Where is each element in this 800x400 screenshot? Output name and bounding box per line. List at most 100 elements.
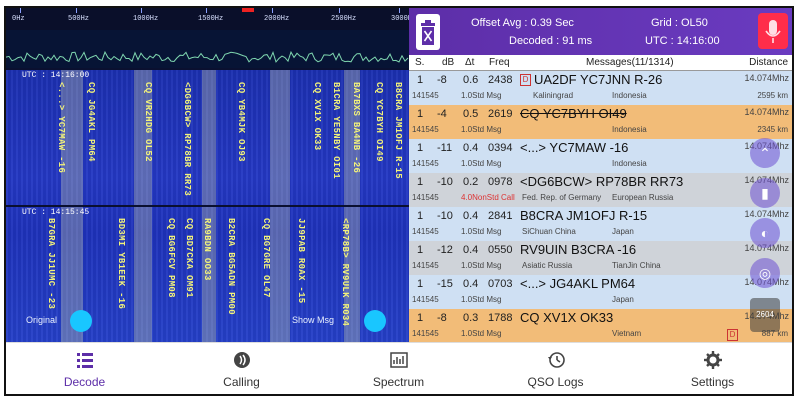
waterfall-decode-label[interactable]: CQ YC7BYH OI49 [374,82,384,162]
waterfall-decode-label[interactable]: RA9BDN OO33 [202,218,212,281]
waterfall-decode-label[interactable]: B7GRA JJ1UMC -23 [46,218,56,309]
globe-icon: ◎ [758,265,772,281]
row-to: European Russia [612,193,674,202]
mic-button[interactable] [758,13,788,49]
floating-action-group: ⌃ ▮ ◐ ◎ 2604 [750,138,780,338]
nav-calling[interactable]: Calling [163,343,320,394]
ruler-tick-label: 500Hz [68,15,90,23]
waterfall-decode-label[interactable]: CQ VR2HDG OL52 [143,82,153,162]
app-frame: 0Hz 500Hz 1000Hz 1500Hz 2000Hz 2500Hz 3000Hz U… [4,6,794,396]
row-db: -12 [437,244,453,256]
row-time: 141545 [412,193,439,202]
ruler-tick-label: 2000Hz [264,15,290,23]
row-db: -10 [437,176,453,188]
waterfall-decode-label[interactable]: CQ BG7GRE OL47 [261,218,271,298]
scroll-up-button[interactable]: ⌃ [750,138,780,168]
waterfall-decode-label[interactable]: CQ YB4MJK OJ93 [236,82,246,162]
row-mode: 1.0Std Msg [461,125,502,134]
show-msg-label: Show Msg [292,315,335,325]
show-msg-toggle-button[interactable] [364,310,386,332]
row-time: 141545 [412,91,439,100]
row-to: Indonesia [612,159,647,168]
row-db: -8 [437,312,447,324]
chart-button[interactable]: ▮ [750,178,780,208]
row-freq: 2438 [488,74,513,86]
message-row[interactable]: 1 -10 0.4 2841 B8CRA JM1OFJ R-15 14.074Mhz 141… [409,207,792,242]
waterfall-decode-label[interactable]: BD3MI YB1EEK -16 [116,218,126,309]
waterfall-decode-label[interactable]: B1CRA YE5NBY OI01 [331,82,341,179]
nav-settings[interactable]: Settings [634,343,791,394]
waterfall-decode-label[interactable]: B2CRA BG5ADN PM00 [226,218,236,315]
message-row[interactable]: 1-80.31788CQ XV1X OK3314.074Mhz1415451.0… [409,309,792,342]
clear-button[interactable] [416,14,440,50]
bottom-navigation: Decode Calling Spectrum QSO Logs Settings [6,342,792,394]
row-db: -11 [437,142,453,154]
ruler-tick-line [20,8,21,13]
chevron-up-icon: ⌃ [759,145,771,161]
ruler-tick-line [141,8,142,13]
original-toggle-button[interactable] [70,310,92,332]
frequency-marker[interactable] [242,8,254,12]
period-separator [6,68,409,70]
trash-icon [421,20,435,45]
nav-spectrum[interactable]: Spectrum [320,343,477,394]
nav-decode[interactable]: Decode [6,343,163,394]
row-db: -10 [437,210,453,222]
ruler-tick-line [399,8,400,13]
row-mode: 1.0Std Msg [461,227,502,236]
message-row[interactable]: 1 -4 0.5 2619 CQ YC7BYH OI49 14.074Mhz 141545 1… [409,105,792,140]
waterfall-decode-label[interactable]: CQ BG6FCV PM08 [166,218,176,298]
row-freq: 0394 [488,142,513,154]
bar-chart-icon: ▮ [761,185,769,201]
waterfall-decode-label[interactable]: JJ9PAB R0AX -15 [296,218,306,304]
row-freq: 0703 [488,278,513,290]
row-mode: 1.0Std Msg [461,159,502,168]
waterfall-decode-label[interactable]: CQ JG4AKL PM64 [86,82,96,162]
waterfall-decode-label[interactable]: CQ XV1X OK33 [312,82,322,150]
row-mode: 1.0Std Msg [461,329,502,338]
message-row[interactable]: 1 -12 0.4 0550 RV9UIN B3CRA -16 14.074Mhz 1415… [409,241,792,276]
row-dt: 0.6 [463,74,479,86]
nav-label: Decode [63,375,106,389]
nav-label: Calling [223,375,260,389]
ruler-tick-label: 0Hz [12,15,25,23]
row-time: 141545 [412,159,439,168]
waterfall-decode-label[interactable]: <RP78B> RV9ULK R034 [340,218,350,326]
col-messages: Messages(11/1314) [586,57,674,68]
nav-qso-logs[interactable]: QSO Logs [477,343,634,394]
nav-label: Settings [690,375,735,389]
row-mode: 1.0Std Msg [461,91,502,100]
row-seq: 1 [417,176,424,188]
waterfall-decode-label[interactable]: <...> YC7MAW -16 [56,82,66,173]
row-freq: 2841 [488,210,513,222]
message-row[interactable]: 1-150.40703<...> JG4AKL PM6414.074Mhz141… [409,275,792,310]
waterfall-panel[interactable]: 0Hz 500Hz 1000Hz 1500Hz 2000Hz 2500Hz 3000Hz U… [6,8,409,342]
filter-button[interactable]: ◐ [750,218,780,248]
overlay-count-badge: 2604 [750,298,780,332]
nav-label: QSO Logs [527,375,584,389]
waterfall-decode-label[interactable]: CQ BD7CKA OM91 [184,218,194,298]
waterfall-decode-label[interactable]: BA7BXS BA4NB -26 [351,82,361,173]
frequency-ruler: 0Hz 500Hz 1000Hz 1500Hz 2000Hz 2500Hz 3000Hz [6,8,409,30]
waterfall[interactable]: UTC : 14:16:00 UTC : 14:15:45 <...> YC7M… [6,68,409,342]
map-button[interactable]: ◎ [750,258,780,288]
message-row[interactable]: 1 -8 0.6 2438 UA2DF YC7JNN R-26 14.074Mhz 1415… [409,71,792,106]
waterfall-decode-label[interactable]: B8CRA JM1OFJ R-15 [393,82,403,179]
row-dt: 0.4 [463,210,479,222]
period-separator [6,205,409,207]
row-time: 141545 [412,261,439,270]
microphone-icon [765,20,781,43]
utc-bottom-label: UTC : 14:15:45 [22,208,90,217]
col-db: dB [442,57,455,68]
message-row[interactable]: 1-100.20978<DG6BCW> RP78BR RR7314.074Mhz… [409,173,792,208]
row-freq: 2619 [488,108,513,120]
row-message: <DG6BCW> RP78BR RR73 [520,174,684,189]
row-message: B8CRA JM1OFJ R-15 [520,208,648,223]
utc-clock: UTC : 14:16:00 [645,35,720,47]
gear-icon [704,351,722,369]
original-label: Original [26,315,58,325]
message-row[interactable]: 1-110.40394<...> YC7MAW -1614.074Mhz1415… [409,139,792,174]
nav-label: Spectrum [372,375,425,389]
row-dt: 0.4 [463,278,479,290]
waterfall-decode-label[interactable]: <DG6BCW> RP78BR RR73 [182,82,192,196]
